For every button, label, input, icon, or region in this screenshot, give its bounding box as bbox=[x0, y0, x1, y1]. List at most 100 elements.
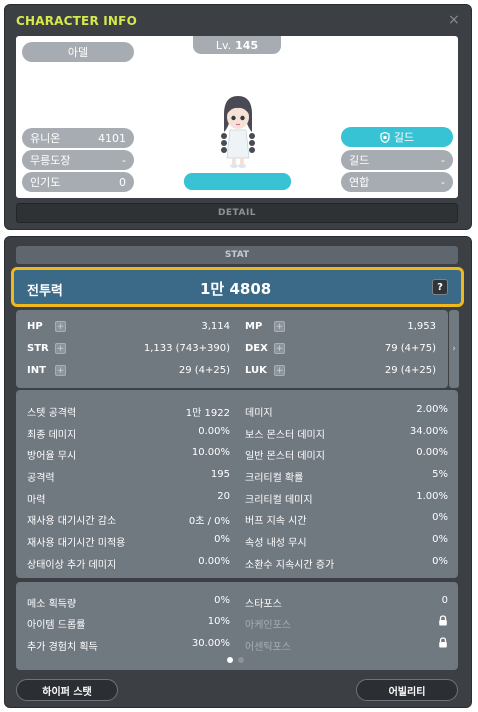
stat-label: 버프 지속 시간 bbox=[245, 516, 307, 527]
guild-value: - bbox=[441, 153, 445, 167]
combat-power-value: 1만 4808 bbox=[200, 280, 272, 298]
dojang-value: - bbox=[122, 153, 126, 167]
plus-icon[interactable]: + bbox=[274, 365, 285, 376]
page-dot-active[interactable] bbox=[227, 657, 233, 663]
stat-header: STAT bbox=[16, 246, 458, 264]
dex-label: DEX bbox=[245, 343, 268, 354]
stat-value: 0% bbox=[214, 595, 230, 606]
luk-label: LUK bbox=[245, 365, 267, 376]
stat-label: 스텟 공격력 bbox=[27, 408, 77, 419]
stat-value: 30.00% bbox=[191, 638, 230, 649]
stat-label: 아이템 드롭률 bbox=[27, 620, 86, 631]
guild-row: 길드 - bbox=[341, 150, 453, 170]
str-label: STR bbox=[27, 343, 49, 354]
stat-label: 재사용 대기시간 미적용 bbox=[27, 538, 126, 549]
chevron-right-icon[interactable]: › bbox=[449, 310, 459, 388]
help-button[interactable]: ? bbox=[432, 279, 448, 295]
hp-label: HP bbox=[27, 321, 43, 332]
dojang-label: 무릉도장 bbox=[30, 154, 71, 167]
mp-value: 1,953 bbox=[407, 321, 436, 332]
stat-value: 1.00% bbox=[416, 491, 448, 502]
stat-label: 데미지 bbox=[245, 408, 273, 419]
stat-value: 2.00% bbox=[416, 404, 448, 415]
stat-label: 마력 bbox=[27, 495, 46, 506]
stat-label: 보스 몬스터 데미지 bbox=[245, 430, 325, 441]
luk-value: 29 (4+25) bbox=[384, 365, 436, 376]
stat-label: 일반 몬스터 데미지 bbox=[245, 451, 325, 462]
stat-label: 스타포스 bbox=[245, 599, 282, 610]
union-value: 4101 bbox=[98, 131, 126, 145]
stat-value: 0초 / 0% bbox=[188, 516, 230, 527]
dex-value: 79 (4+75) bbox=[384, 343, 436, 354]
stat-label: 어센틱포스 bbox=[245, 642, 291, 653]
lock-icon bbox=[439, 637, 447, 648]
stat-value: 20 bbox=[217, 491, 230, 502]
character-name: 아델 bbox=[22, 42, 134, 62]
alliance-row: 연합 - bbox=[341, 172, 453, 192]
character-avatar bbox=[221, 96, 255, 168]
plus-icon[interactable]: + bbox=[274, 321, 285, 332]
hp-value: 3,114 bbox=[201, 321, 230, 332]
stat-label: 최종 데미지 bbox=[27, 430, 77, 441]
lock-icon bbox=[439, 615, 447, 626]
guild-button-label: 길드 bbox=[393, 131, 415, 144]
stat-value: 0% bbox=[432, 556, 448, 567]
guild-button[interactable]: 길드 bbox=[341, 127, 453, 147]
level-badge: Lv. 145 bbox=[193, 36, 281, 54]
detail-stats-box bbox=[16, 390, 458, 578]
fame-row: 인기도 0 bbox=[22, 172, 134, 192]
stat-value: 195 bbox=[210, 469, 230, 480]
stat-label: 재사용 대기시간 감소 bbox=[27, 516, 117, 527]
stat-value: 5% bbox=[432, 469, 448, 480]
stat-value: 0.00% bbox=[198, 426, 230, 437]
ability-button[interactable]: 어빌리티 bbox=[356, 679, 458, 701]
level-prefix: Lv. bbox=[215, 38, 232, 52]
int-value: 29 (4+25) bbox=[178, 365, 230, 376]
stat-label: 방어율 무시 bbox=[27, 451, 77, 462]
page-indicator bbox=[227, 657, 244, 663]
stat-label: 아케인포스 bbox=[245, 620, 291, 631]
page-dot[interactable] bbox=[238, 657, 244, 663]
plus-icon[interactable]: + bbox=[55, 343, 66, 354]
stat-label: 소환수 지속시간 증가 bbox=[245, 560, 335, 571]
stat-value: 0.00% bbox=[416, 447, 448, 458]
fame-label: 인기도 bbox=[30, 176, 61, 189]
window-title: CHARACTER INFO bbox=[16, 14, 137, 28]
stat-value: 10.00% bbox=[191, 447, 230, 458]
stat-value: 0 bbox=[441, 595, 448, 606]
stat-value: 0.00% bbox=[198, 556, 230, 567]
shield-icon bbox=[380, 131, 390, 143]
name-tag-bar bbox=[184, 173, 291, 190]
stat-value: 34.00% bbox=[409, 426, 448, 437]
stat-label: 속성 내성 무시 bbox=[245, 538, 307, 549]
plus-icon[interactable]: + bbox=[274, 343, 285, 354]
hyper-stat-button[interactable]: 하이퍼 스탯 bbox=[16, 679, 118, 701]
stat-label: 상태이상 추가 데미지 bbox=[27, 560, 117, 571]
stat-label: 공격력 bbox=[27, 473, 55, 484]
mp-label: MP bbox=[245, 321, 263, 332]
stat-value: 0% bbox=[214, 534, 230, 545]
int-label: INT bbox=[27, 365, 46, 376]
level-value: 145 bbox=[235, 38, 259, 52]
close-icon[interactable]: × bbox=[448, 12, 460, 28]
stat-label: 크리티컬 데미지 bbox=[245, 495, 313, 506]
stat-value: 1만 1922 bbox=[185, 408, 230, 419]
stat-label: 추가 경험치 획득 bbox=[27, 642, 98, 653]
str-value: 1,133 (743+390) bbox=[143, 343, 230, 354]
alliance-value: - bbox=[441, 175, 445, 189]
detail-button[interactable]: DETAIL bbox=[16, 203, 458, 223]
stat-value: 0% bbox=[432, 512, 448, 523]
union-label: 유니온 bbox=[30, 132, 61, 145]
combat-power-label: 전투력 bbox=[27, 284, 63, 299]
union-row: 유니온 4101 bbox=[22, 128, 134, 148]
plus-icon[interactable]: + bbox=[55, 321, 66, 332]
stat-value: 10% bbox=[207, 616, 230, 627]
dojang-row: 무릉도장 - bbox=[22, 150, 134, 170]
guild-label: 길드 bbox=[349, 154, 370, 167]
stat-label: 크리티컬 확률 bbox=[245, 473, 304, 484]
stat-label: 메소 획득량 bbox=[27, 599, 77, 610]
alliance-label: 연합 bbox=[349, 176, 370, 189]
fame-value: 0 bbox=[119, 175, 126, 189]
plus-icon[interactable]: + bbox=[55, 365, 66, 376]
stat-value: 0% bbox=[432, 534, 448, 545]
